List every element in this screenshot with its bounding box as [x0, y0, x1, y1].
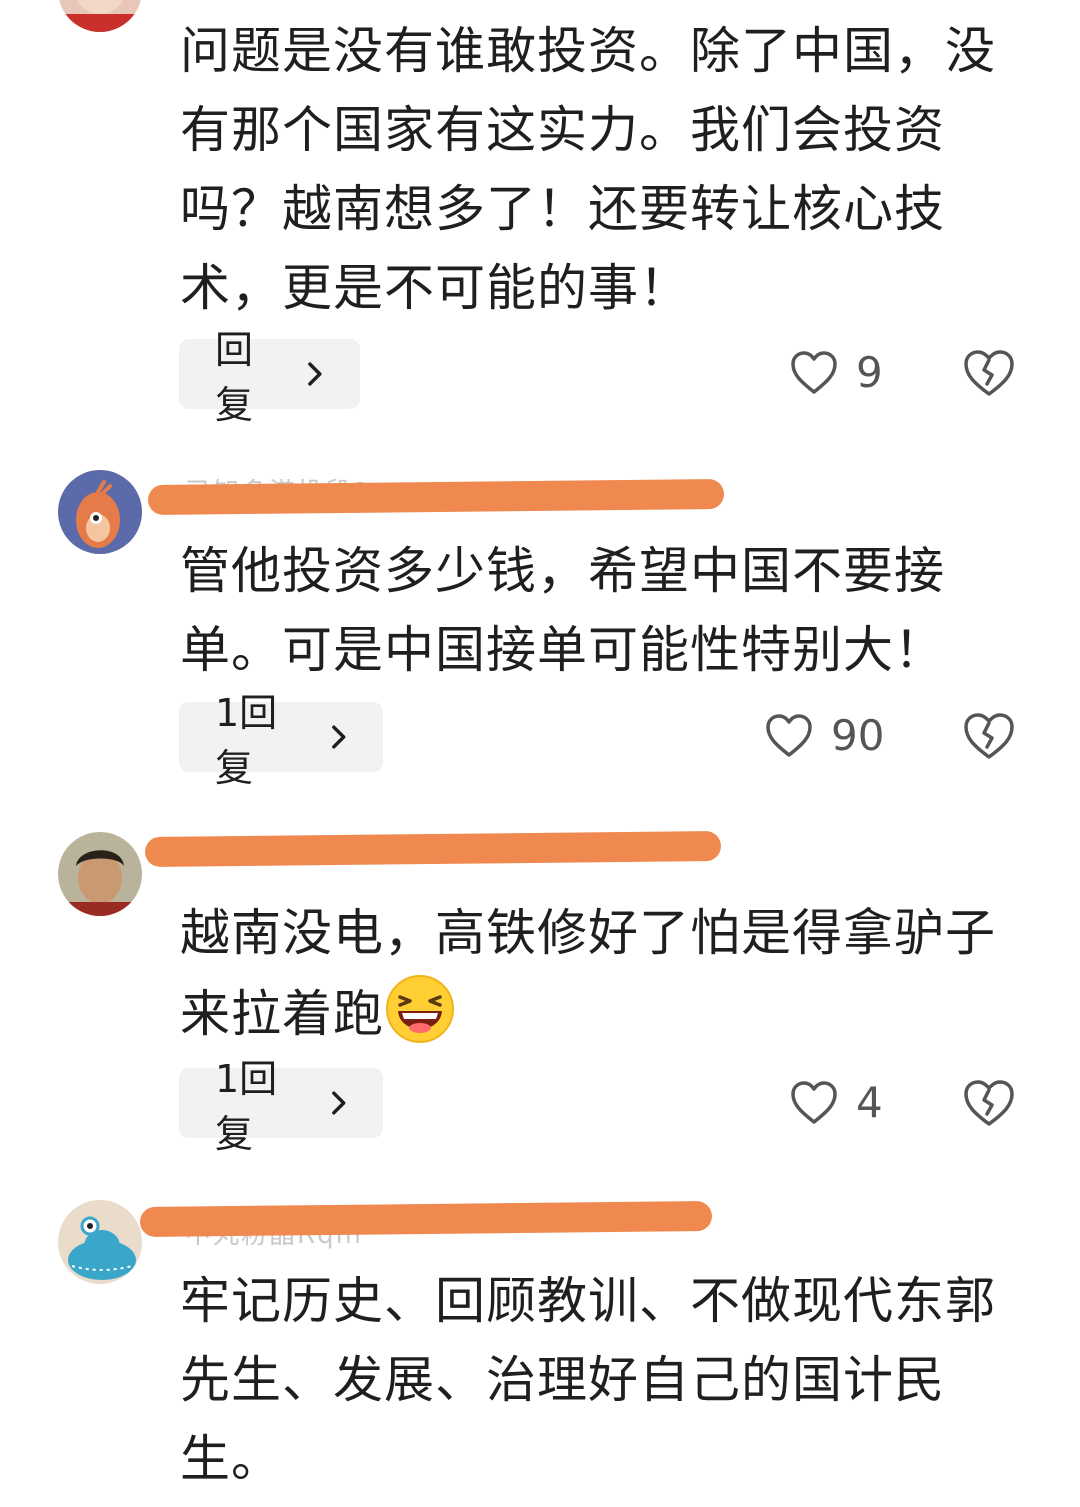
broken-heart-icon[interactable]	[962, 1078, 1016, 1128]
cartoon-alien-avatar-icon	[58, 1200, 142, 1284]
reply-label: 回复	[215, 328, 254, 427]
reply-button[interactable]: 回复	[179, 328, 360, 427]
comment-text: 问题是没有谁敢投资。除了中国，没有那个国家有这实力。我们会投资吗？越南想多了！还…	[180, 22, 996, 317]
like-button[interactable]: 90	[765, 711, 884, 760]
avatar[interactable]	[58, 470, 142, 554]
reply-button[interactable]: 1回复	[179, 1057, 383, 1156]
comment-1: 问题是没有谁敢投资。除了中国，没有那个国家有这实力。我们会投资吗？越南想多了！还…	[0, 0, 1080, 427]
comment-text: 越南没电，高铁修好了怕是得拿驴子来拉着跑	[180, 894, 1000, 1054]
heart-outline-icon	[766, 713, 812, 757]
man-portrait-avatar-icon	[58, 832, 142, 916]
reply-label: 1回复	[215, 691, 278, 790]
comment-2: 已知多港投段2 管他投资多少钱，希望中国不要接单。可是中国接单可能性特别大！ 1…	[0, 460, 1080, 800]
comment-text: 管他投资多少钱，希望中国不要接单。可是中国接单可能性特别大！	[180, 542, 945, 679]
chevron-right-icon	[331, 1091, 345, 1115]
heart-outline-icon	[791, 1080, 837, 1124]
avatar-photo-icon	[58, 0, 142, 32]
comment-4: 中丸粉晶Rqm 牢记历史、回顾教训、不做现代东郭先生、发展、治理好自己的国计民生…	[0, 1190, 1080, 1507]
like-button[interactable]: 4	[790, 1078, 883, 1127]
comment-text-body: 越南没电，高铁修好了怕是得拿驴子来拉着跑	[180, 904, 996, 1043]
username-redaction	[139, 1201, 713, 1237]
like-count: 4	[856, 1078, 883, 1127]
like-count: 9	[856, 348, 883, 397]
like-button[interactable]: 9	[790, 348, 883, 397]
reply-label: 1回复	[215, 1057, 278, 1156]
username-redaction	[147, 478, 725, 516]
broken-heart-icon[interactable]	[962, 348, 1016, 398]
username-redaction	[144, 830, 722, 868]
avatar[interactable]	[58, 0, 142, 32]
cartoon-shrimp-avatar-icon	[58, 470, 142, 554]
comment-3: 联门的 小说 越南没电，高铁修好了怕是得拿驴子来拉着跑 1回复 4	[0, 822, 1080, 1162]
laughing-face-emoji	[386, 975, 454, 1043]
reply-button[interactable]: 1回复	[179, 691, 383, 790]
heart-outline-icon	[791, 350, 837, 394]
avatar[interactable]	[58, 1200, 142, 1284]
like-count: 90	[831, 711, 885, 760]
broken-heart-icon[interactable]	[962, 711, 1016, 761]
comment-text: 牢记历史、回顾教训、不做现代东郭先生、发展、治理好自己的国计民生。	[180, 1272, 996, 1488]
chevron-right-icon	[331, 725, 345, 749]
avatar[interactable]	[58, 832, 142, 916]
chevron-right-icon	[308, 362, 322, 386]
